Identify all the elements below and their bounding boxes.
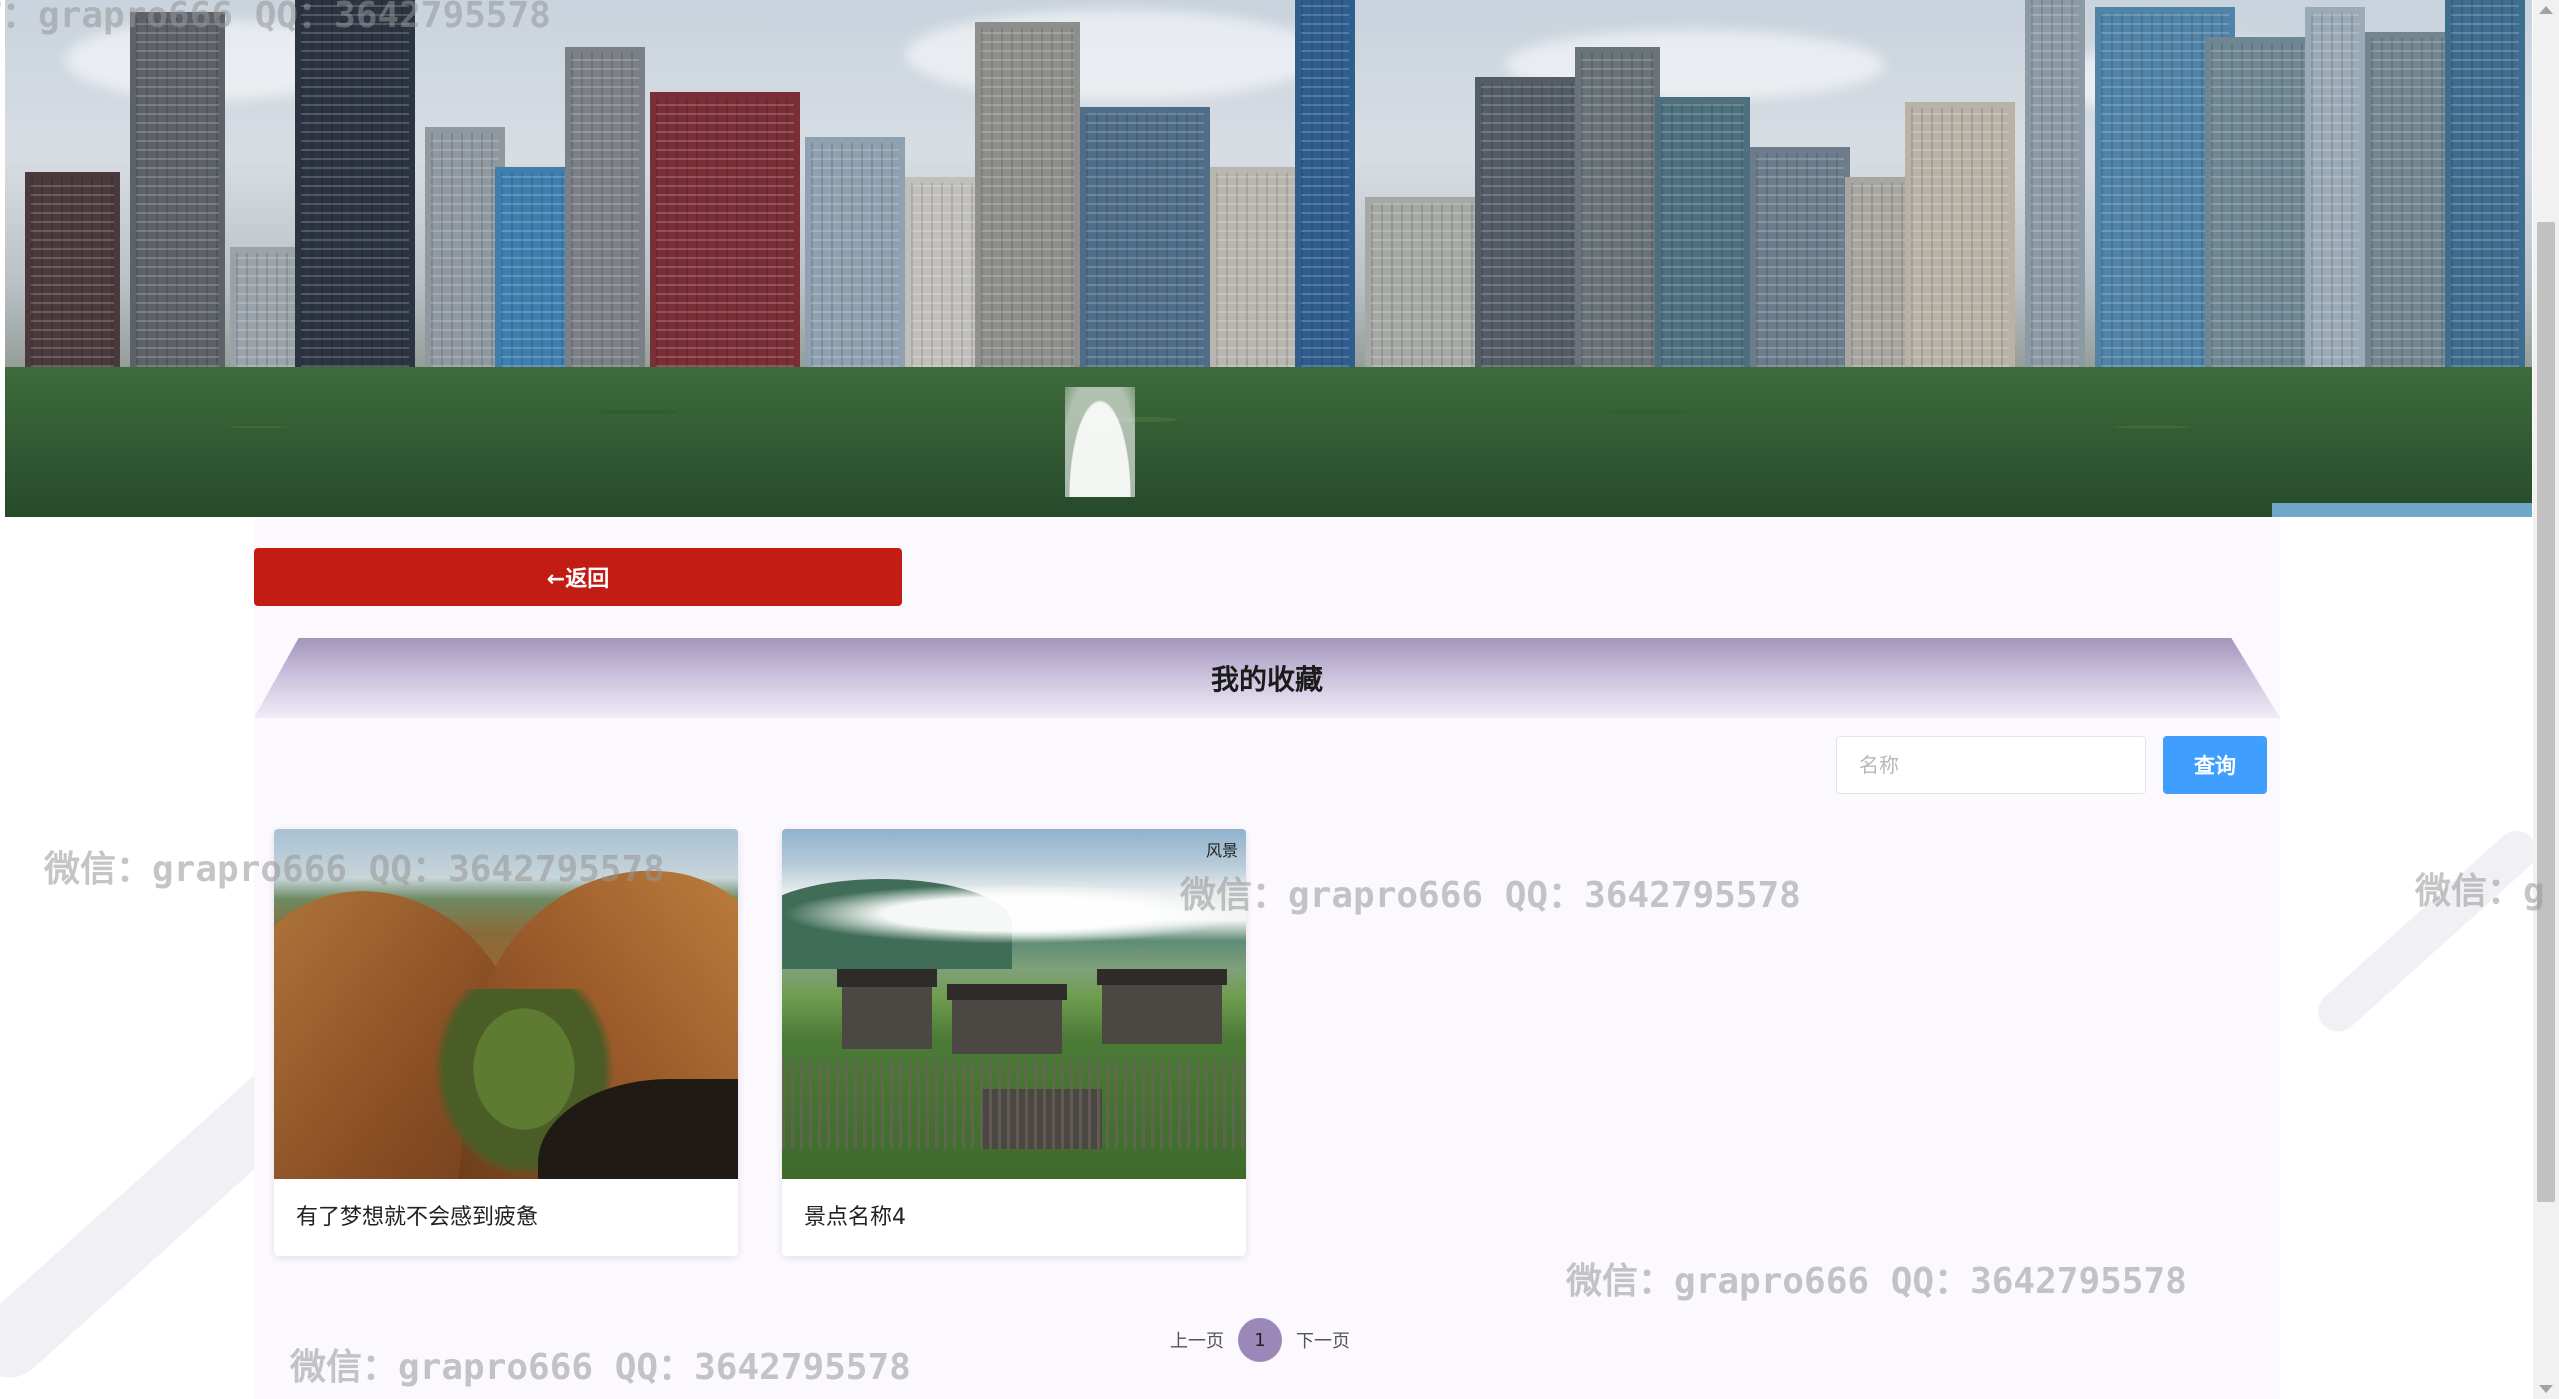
favorite-card[interactable]: 风景 景点名称4 bbox=[782, 829, 1246, 1256]
prev-page-button[interactable]: 上一页 bbox=[1170, 1327, 1224, 1353]
search-button[interactable]: 查询 bbox=[2163, 736, 2267, 794]
scrollbar[interactable] bbox=[2533, 0, 2559, 1399]
scrollbar-thumb[interactable] bbox=[2537, 222, 2555, 1202]
search-name-input[interactable] bbox=[1836, 736, 2146, 794]
favorite-card-title[interactable]: 景点名称4 bbox=[804, 1199, 906, 1231]
image-stamp-text: 风景 bbox=[1205, 841, 1238, 860]
favorite-card-title[interactable]: 有了梦想就不会感到疲惫 bbox=[296, 1199, 538, 1231]
section-title-band: 我的收藏 bbox=[254, 638, 2280, 718]
favorite-card-image[interactable]: 风景 bbox=[782, 829, 1246, 1179]
favorite-card-image[interactable] bbox=[274, 829, 738, 1179]
page-number-button[interactable]: 1 bbox=[1238, 1318, 1282, 1362]
scroll-up-arrow-icon[interactable] bbox=[2539, 6, 2553, 14]
background-decoration bbox=[2310, 822, 2545, 1040]
next-page-button[interactable]: 下一页 bbox=[1296, 1327, 1350, 1353]
header-banner-image bbox=[5, 0, 2532, 517]
pagination: 上一页 1 下一页 bbox=[1170, 1318, 1350, 1362]
scroll-down-arrow-icon[interactable] bbox=[2539, 1385, 2553, 1393]
back-button[interactable]: ←返回 bbox=[254, 548, 902, 606]
favorite-card[interactable]: 有了梦想就不会感到疲惫 bbox=[274, 829, 738, 1256]
page-title: 我的收藏 bbox=[1210, 663, 1323, 696]
